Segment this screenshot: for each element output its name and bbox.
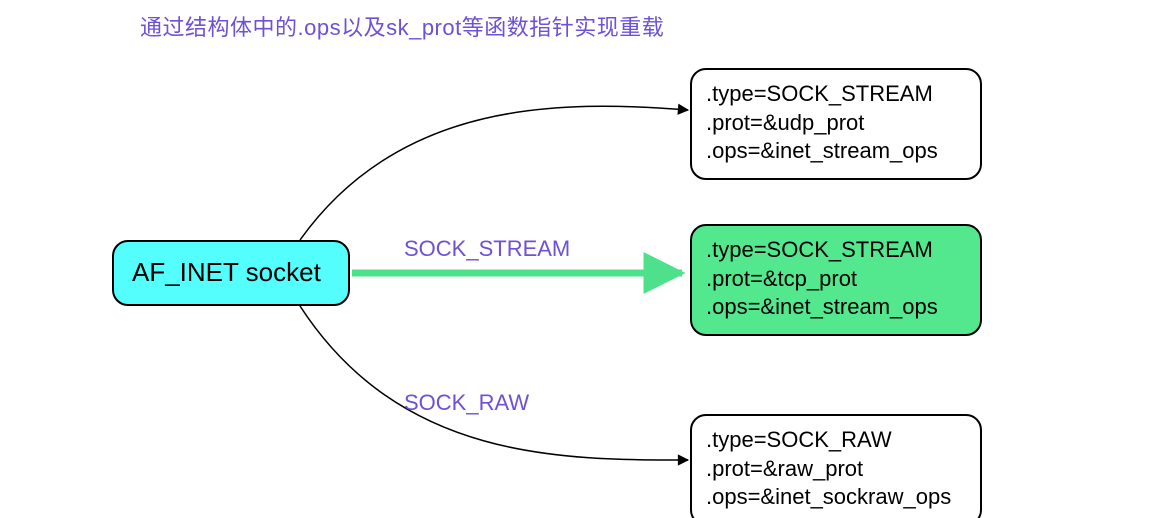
target-bot-line2: .prot=&raw_prot [706, 455, 863, 484]
target-node-mid: .type=SOCK_STREAM .prot=&tcp_prot .ops=&… [690, 224, 982, 336]
target-top-line1: .type=SOCK_STREAM [706, 80, 933, 109]
edge-bottom [300, 306, 688, 460]
target-mid-line3: .ops=&inet_stream_ops [706, 293, 938, 322]
edge-label-mid: SOCK_STREAM [404, 236, 570, 262]
edge-top [300, 106, 688, 240]
target-mid-line2: .prot=&tcp_prot [706, 265, 857, 294]
source-node: AF_INET socket [112, 240, 350, 306]
target-top-line3: .ops=&inet_stream_ops [706, 137, 938, 166]
target-bot-line3: .ops=&inet_sockraw_ops [706, 483, 951, 512]
target-node-bottom: .type=SOCK_RAW .prot=&raw_prot .ops=&ine… [690, 414, 982, 518]
diagram-caption: 通过结构体中的.ops以及sk_prot等函数指针实现重载 [140, 10, 664, 42]
edge-label-bottom: SOCK_RAW [404, 390, 529, 416]
target-bot-line1: .type=SOCK_RAW [706, 426, 892, 455]
diagram-stage: 通过结构体中的.ops以及sk_prot等函数指针实现重载 AF_INET so… [0, 0, 1168, 518]
target-mid-line1: .type=SOCK_STREAM [706, 236, 933, 265]
source-node-label: AF_INET socket [132, 256, 321, 290]
target-node-top: .type=SOCK_STREAM .prot=&udp_prot .ops=&… [690, 68, 982, 180]
target-top-line2: .prot=&udp_prot [706, 109, 864, 138]
